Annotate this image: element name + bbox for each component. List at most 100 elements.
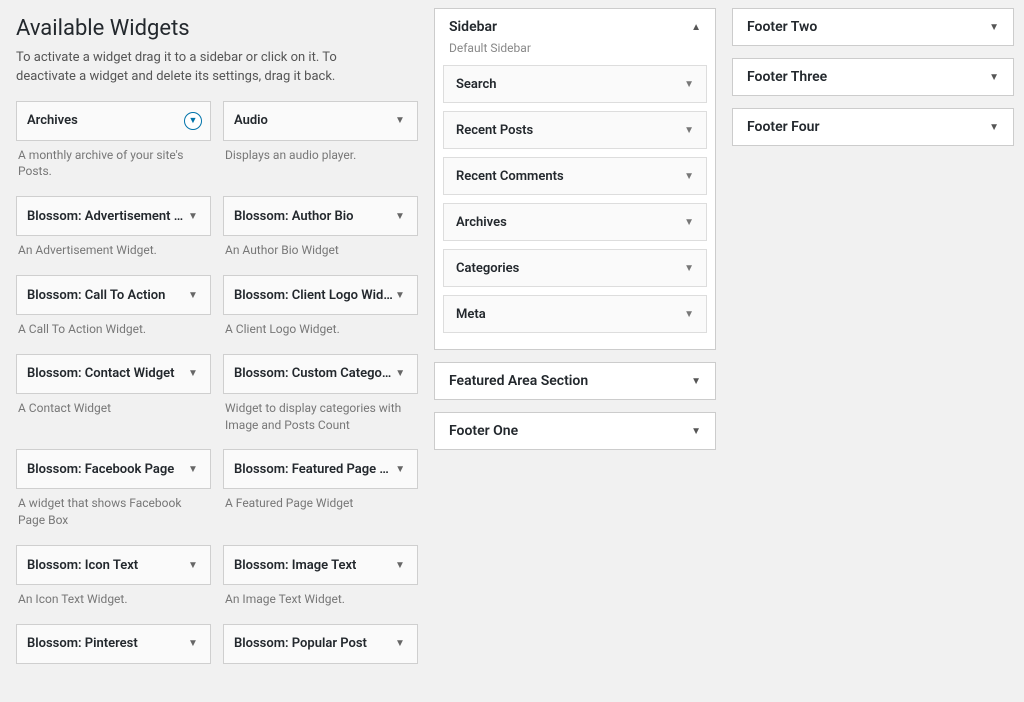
available-widget[interactable]: Audio ▼ — [223, 101, 418, 141]
widget-area-item-label: Recent Comments — [456, 169, 564, 184]
widget-area-item[interactable]: Recent Posts ▼ — [443, 111, 707, 149]
widget-area: Sidebar▲Default SidebarSearch▼Recent Pos… — [434, 8, 716, 350]
widget-area-item[interactable]: Categories ▼ — [443, 249, 707, 287]
widget-areas-column-2: Footer Two ▼ Footer Three ▼ Footer Four ▼ — [724, 0, 1022, 702]
widget-area-header[interactable]: Sidebar ▲ — [435, 9, 715, 45]
available-widget-description: An Image Text Widget. — [223, 585, 418, 620]
available-widget-description: An Author Bio Widget — [223, 236, 418, 271]
widget-area: Footer Three ▼ — [732, 58, 1014, 96]
chevron-down-icon: ▼ — [393, 638, 407, 649]
widget-area-header[interactable]: Footer Two ▼ — [733, 9, 1013, 45]
available-widget-description: A Contact Widget — [16, 394, 211, 429]
chevron-down-icon: ▼ — [691, 376, 701, 387]
available-widget[interactable]: Blossom: Featured Page W…▼ — [223, 449, 418, 489]
available-widget-description: A Client Logo Widget. — [223, 315, 418, 350]
available-widget[interactable]: Blossom: Image Text ▼ — [223, 545, 418, 585]
available-widgets-panel: Available Widgets To activate a widget d… — [8, 0, 426, 702]
available-widget-label: Blossom: Author Bio — [234, 209, 354, 224]
available-widget-description: A monthly archive of your site's Posts. — [16, 141, 211, 193]
add-widget-icon[interactable]: ▼ — [184, 112, 202, 130]
widget-area-header[interactable]: Featured Area Section ▼ — [435, 363, 715, 399]
available-widget-label: Audio — [234, 113, 268, 128]
widget-area-title: Sidebar — [449, 19, 497, 35]
available-widget-description — [223, 664, 418, 698]
available-widget[interactable]: Blossom: Pinterest ▼ — [16, 624, 211, 664]
available-widget-description: An Advertisement Widget. — [16, 236, 211, 271]
available-widget-label: Blossom: Client Logo Wid… — [234, 288, 393, 303]
widget-area-item-label: Meta — [456, 307, 486, 322]
chevron-down-icon: ▼ — [989, 22, 999, 33]
available-widgets-intro: To activate a widget drag it to a sideba… — [16, 49, 376, 87]
widget-area-item[interactable]: Archives ▼ — [443, 203, 707, 241]
chevron-down-icon: ▼ — [684, 125, 694, 136]
available-widget-description — [16, 664, 211, 698]
available-widget-label: Blossom: Custom Categori… — [234, 366, 394, 381]
available-widget[interactable]: Blossom: Client Logo Wid…▼ — [223, 275, 418, 315]
chevron-down-icon: ▼ — [684, 217, 694, 228]
chevron-down-icon: ▼ — [393, 211, 407, 222]
widget-area-item[interactable]: Search▼ — [443, 65, 707, 103]
chevron-down-icon: ▼ — [393, 115, 407, 126]
available-widget[interactable]: Blossom: Contact Widget▼ — [16, 354, 211, 394]
available-widget[interactable]: Blossom: Icon Text ▼ — [16, 545, 211, 585]
chevron-up-icon: ▲ — [691, 22, 701, 33]
widget-area-item-label: Recent Posts — [456, 123, 533, 138]
chevron-down-icon: ▼ — [684, 171, 694, 182]
chevron-down-icon: ▼ — [691, 426, 701, 437]
available-widget-description: Displays an audio player. — [223, 141, 418, 176]
chevron-down-icon: ▼ — [393, 560, 407, 571]
available-widget[interactable]: Blossom: Author Bio ▼ — [223, 196, 418, 236]
available-widget-description: A widget that shows Facebook Page Box — [16, 489, 211, 541]
available-widget-description: A Featured Page Widget — [223, 489, 418, 524]
available-widget-label: Blossom: Icon Text — [27, 558, 138, 573]
widget-area-item-label: Search — [456, 77, 497, 92]
widget-area-item-label: Archives — [456, 215, 507, 230]
widget-area-header[interactable]: Footer One ▼ — [435, 413, 715, 449]
available-widget[interactable]: Blossom: Facebook Page▼ — [16, 449, 211, 489]
available-widget-description: An Icon Text Widget. — [16, 585, 211, 620]
widget-area: Footer Four ▼ — [732, 108, 1014, 146]
available-widget-label: Blossom: Popular Post — [234, 636, 367, 651]
widget-area: Footer One ▼ — [434, 412, 716, 450]
widget-area: Footer Two ▼ — [732, 8, 1014, 46]
chevron-down-icon: ▼ — [684, 263, 694, 274]
chevron-down-icon: ▼ — [989, 72, 999, 83]
chevron-down-icon: ▼ — [989, 122, 999, 133]
chevron-down-icon: ▼ — [394, 464, 408, 475]
widget-area-item-label: Categories — [456, 261, 519, 276]
available-widget-label: Blossom: Image Text — [234, 558, 356, 573]
available-widget-label: Blossom: Advertisement … — [27, 209, 183, 224]
available-widget[interactable]: Blossom: Advertisement …▼ — [16, 196, 211, 236]
available-widgets-heading: Available Widgets — [16, 16, 418, 41]
available-widget-label: Blossom: Contact Widget — [27, 366, 175, 381]
widget-area-title: Featured Area Section — [449, 373, 588, 389]
chevron-down-icon: ▼ — [186, 464, 200, 475]
available-widget-label: Archives — [27, 113, 78, 128]
widget-area-description: Default Sidebar — [435, 41, 715, 61]
available-widget[interactable]: Blossom: Custom Categori…▼ — [223, 354, 418, 394]
widget-area-header[interactable]: Footer Four ▼ — [733, 109, 1013, 145]
widget-area-title: Footer Four — [747, 119, 819, 135]
widget-area-title: Footer Three — [747, 69, 827, 85]
available-widget[interactable]: Blossom: Popular Post ▼ — [223, 624, 418, 664]
available-widget[interactable]: Blossom: Call To Action▼ — [16, 275, 211, 315]
chevron-down-icon: ▼ — [394, 368, 408, 379]
available-widget[interactable]: Archives ▼ — [16, 101, 211, 141]
widget-area: Featured Area Section ▼ — [434, 362, 716, 400]
widget-area-item[interactable]: Recent Comments ▼ — [443, 157, 707, 195]
widget-area-body: Search▼Recent Posts▼Recent Comments▼Arch… — [435, 61, 715, 349]
widget-area-item[interactable]: Meta ▼ — [443, 295, 707, 333]
widget-area-title: Footer One — [449, 423, 518, 439]
available-widget-description: A Call To Action Widget. — [16, 315, 211, 350]
chevron-down-icon: ▼ — [393, 290, 407, 301]
available-widget-description: Widget to display categories with Image … — [223, 394, 418, 446]
chevron-down-icon: ▼ — [186, 290, 200, 301]
chevron-down-icon: ▼ — [684, 309, 694, 320]
available-widget-label: Blossom: Pinterest — [27, 636, 138, 651]
available-widget-label: Blossom: Featured Page W… — [234, 462, 394, 477]
chevron-down-icon: ▼ — [186, 211, 200, 222]
chevron-down-icon: ▼ — [186, 638, 200, 649]
widget-area-header[interactable]: Footer Three ▼ — [733, 59, 1013, 95]
chevron-down-icon: ▼ — [186, 560, 200, 571]
widget-area-title: Footer Two — [747, 19, 817, 35]
